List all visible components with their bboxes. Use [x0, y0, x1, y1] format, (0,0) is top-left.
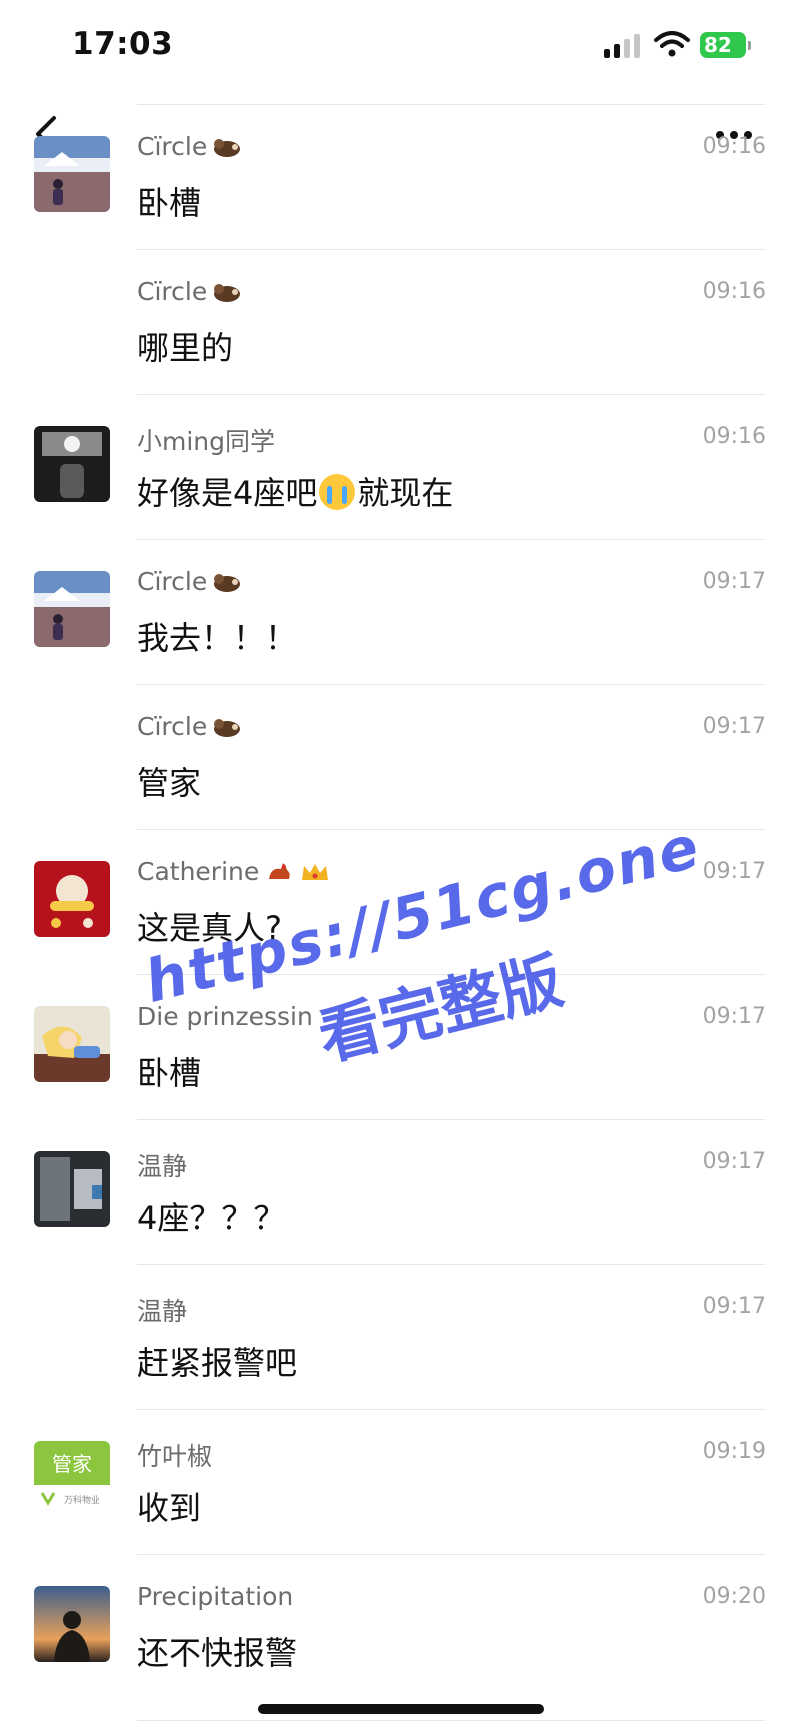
message-text: 卧槽 [137, 1054, 202, 1092]
message-time: 09:16 [702, 424, 766, 449]
cellular-signal-icon [604, 34, 644, 58]
message-item[interactable]: Cïrcle 09:17 我去！！！ [0, 539, 800, 684]
crying-emoji-icon [319, 474, 356, 510]
divider [137, 104, 765, 105]
message-item[interactable]: 小ming同学 09:16 好像是4座吧 就现在 [0, 394, 800, 539]
avatar-green-logo[interactable]: 管家 万科物业 [34, 1441, 110, 1517]
message-time: 09:16 [702, 279, 766, 304]
sender-name: Precipitation [137, 1582, 294, 1611]
divider [137, 1264, 765, 1265]
message-text: 赶紧报警吧 [137, 1344, 298, 1382]
otter-emoji-icon [214, 719, 241, 737]
sender-name: Catherine [137, 857, 331, 886]
message-text: 我去！！！ [137, 619, 298, 657]
avatar-cartoon-girl[interactable] [34, 1006, 110, 1082]
message-item[interactable]: Cïrcle 09:17 管家 [0, 684, 800, 829]
sender-name: 小ming同学 [137, 427, 276, 456]
message-time: 09:16 [702, 134, 766, 159]
home-indicator [258, 1704, 544, 1714]
sender-name: Cïrcle [137, 567, 243, 596]
avatar-sunset[interactable] [34, 1586, 110, 1662]
rooster-emoji-icon [269, 863, 290, 879]
message-text: 好像是4座吧 就现在 [137, 474, 454, 512]
message-time: 09:17 [702, 569, 766, 594]
avatar-dark-photo[interactable] [34, 426, 110, 502]
sender-name: 温静 [137, 1152, 188, 1181]
message-time: 09:17 [702, 714, 766, 739]
divider [137, 1554, 765, 1555]
green-logo-text: 管家 [52, 1452, 92, 1476]
message-item[interactable]: Cïrcle 09:16 哪里的 [0, 249, 800, 394]
avatar-red-card[interactable] [34, 861, 110, 937]
message-text: 卧槽 [137, 184, 202, 222]
sender-name: Cïrcle [137, 132, 243, 161]
message-time: 09:19 [702, 1439, 766, 1464]
sender-name: Cïrcle [137, 712, 243, 741]
otter-emoji-icon [214, 574, 241, 592]
message-text: 还不快报警 [137, 1634, 298, 1672]
sender-name: 竹叶椒 [137, 1442, 213, 1471]
divider [137, 1409, 765, 1410]
divider [137, 684, 765, 685]
avatar-grey-photo[interactable] [34, 1151, 110, 1227]
message-item[interactable]: 温静 09:17 赶紧报警吧 [0, 1264, 800, 1409]
message-time: 09:20 [702, 1584, 766, 1609]
avatar-mountain[interactable] [34, 136, 110, 212]
message-time: 09:17 [702, 1149, 766, 1174]
avatar-mountain[interactable] [34, 571, 110, 647]
sender-name: Cïrcle [137, 277, 243, 306]
status-time: 17:03 [72, 26, 174, 62]
message-time: 09:17 [702, 859, 766, 884]
message-item[interactable]: Cïrcle 09:16 卧槽 [0, 104, 800, 249]
message-text: 哪里的 [137, 329, 234, 367]
message-item[interactable]: 管家 万科物业 竹叶椒 09:19 收到 [0, 1409, 800, 1554]
crown-emoji-icon [302, 864, 329, 880]
wifi-icon [654, 31, 690, 57]
divider [137, 394, 765, 395]
divider [137, 1119, 765, 1120]
divider [137, 249, 765, 250]
message-text: 管家 [137, 764, 202, 802]
message-item[interactable]: 温静 09:17 4座？？？ [0, 1119, 800, 1264]
status-bar: 17:03 82 [0, 0, 800, 96]
message-time: 09:17 [702, 1294, 766, 1319]
otter-emoji-icon [214, 139, 241, 157]
divider [137, 1720, 765, 1721]
battery-indicator: 82 [700, 32, 751, 58]
divider [137, 539, 765, 540]
message-text: 4座？？？ [137, 1199, 286, 1237]
otter-emoji-icon [214, 284, 241, 302]
sender-name: 温静 [137, 1297, 188, 1326]
message-text: 收到 [137, 1489, 202, 1527]
message-item[interactable]: Precipitation 09:20 还不快报警 [0, 1554, 800, 1699]
message-time: 09:17 [702, 1004, 766, 1029]
green-logo-sub: 万科物业 [64, 1494, 100, 1506]
